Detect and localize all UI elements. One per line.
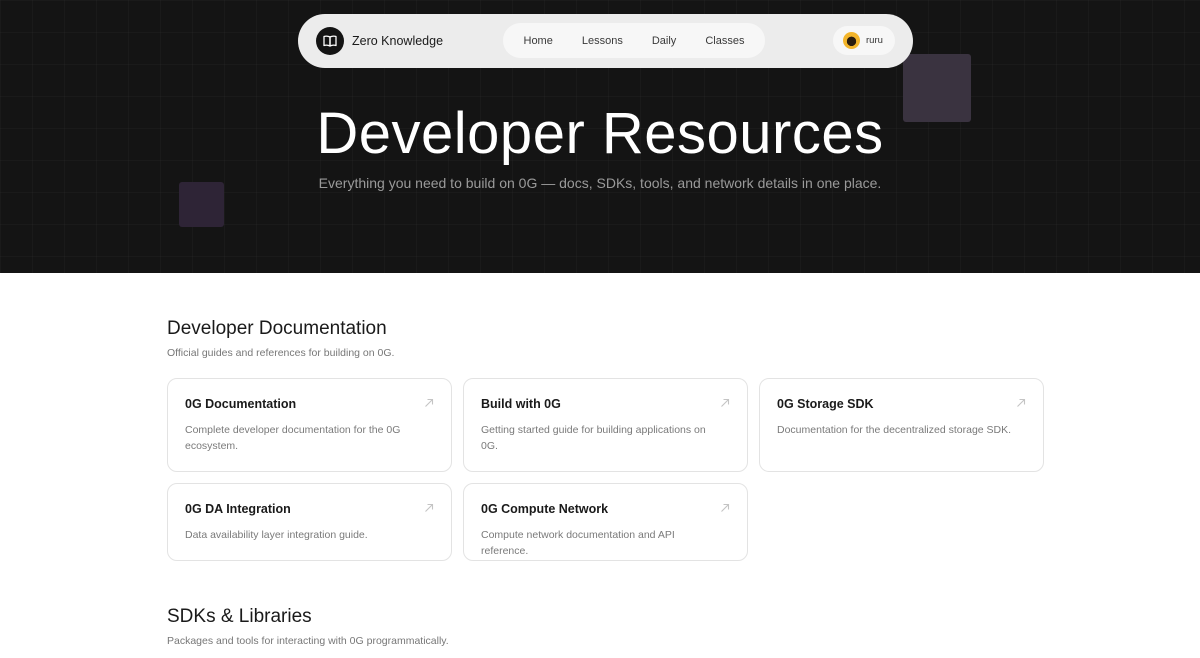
external-link-arrow-icon [721,398,730,407]
external-link-arrow-icon [721,503,730,512]
card-title: 0G Compute Network [481,502,609,516]
brand[interactable]: Zero Knowledge [316,27,443,55]
section-title-developer-documentation: Developer Documentation [167,318,387,339]
resource-card-0g-documentation[interactable]: 0G Documentation Complete developer docu… [167,378,452,472]
card-title: Build with 0G [481,397,561,411]
card-title: 0G Documentation [185,397,297,411]
resource-card-0g-compute-network[interactable]: 0G Compute Network Compute network docum… [463,483,748,561]
page-subtitle: Everything you need to build on 0G — doc… [318,175,882,191]
card-description: Data availability layer integration guid… [185,529,368,541]
external-link-arrow-icon [1017,398,1026,407]
book-icon [316,27,344,55]
card-description: Complete developer documentation for the… [185,424,401,452]
card-description: Compute network documentation and API re… [481,529,675,557]
section-title-sdks-libraries: SDKs & Libraries [167,606,312,627]
user-menu-button[interactable]: ruru [833,26,895,55]
card-description: Documentation for the decentralized stor… [777,424,1012,436]
section-subtitle: Official guides and references for build… [167,347,395,359]
card-title: 0G DA Integration [185,502,291,516]
resource-card-0g-da-integration[interactable]: 0G DA Integration Data availability laye… [167,483,452,561]
nav-link-classes[interactable]: Classes [697,31,752,51]
avatar [843,32,860,49]
nav-link-lessons[interactable]: Lessons [574,31,631,51]
section-subtitle: Packages and tools for interacting with … [167,635,449,647]
nav-link-daily[interactable]: Daily [644,31,684,51]
card-description: Getting started guide for building appli… [481,424,706,452]
resource-card-build-with-0g[interactable]: Build with 0G Getting started guide for … [463,378,748,472]
user-name: ruru [866,35,883,46]
nav-link-home[interactable]: Home [516,31,561,51]
navbar: Zero Knowledge Home Lessons Daily Classe… [298,14,913,68]
card-title: 0G Storage SDK [777,397,874,411]
brand-name: Zero Knowledge [352,34,444,48]
page-title: Developer Resources [316,101,884,166]
resource-card-0g-storage-sdk[interactable]: 0G Storage SDK Documentation for the dec… [759,378,1044,472]
hero-section: Zero Knowledge Home Lessons Daily Classe… [0,0,1200,273]
external-link-arrow-icon [425,503,434,512]
nav-links: Home Lessons Daily Classes [503,23,765,58]
external-link-arrow-icon [425,398,434,407]
